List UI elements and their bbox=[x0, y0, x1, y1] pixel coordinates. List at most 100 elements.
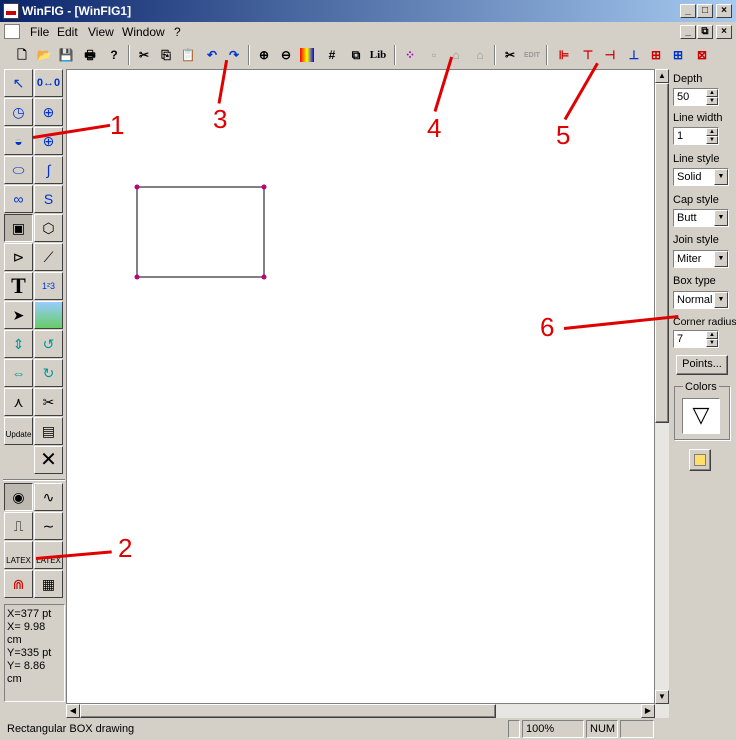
line-width-spinner[interactable]: 1 ▲ ▼ bbox=[673, 127, 719, 145]
paste-icon[interactable]: 📋 bbox=[178, 45, 198, 65]
rotate-cw-icon[interactable]: ↻ bbox=[34, 359, 63, 387]
cut-icon[interactable]: ✂ bbox=[134, 45, 154, 65]
cap-style-select[interactable]: Butt ▼ bbox=[673, 209, 729, 227]
zoom-out-icon[interactable]: ⊖ bbox=[276, 45, 296, 65]
flip-horizontal-icon[interactable]: ⇔ bbox=[4, 359, 33, 387]
help-icon[interactable]: ? bbox=[104, 45, 124, 65]
minimize-icon[interactable]: _ bbox=[680, 4, 696, 18]
line-style-select[interactable]: Solid ▼ bbox=[673, 168, 729, 186]
doc-restore-icon[interactable]: ⧉ bbox=[697, 25, 713, 39]
spin-up-icon[interactable]: ▲ bbox=[706, 89, 718, 97]
ellipse-radius-icon[interactable]: ◒ bbox=[4, 127, 33, 155]
chevron-down-icon[interactable]: ▼ bbox=[714, 210, 728, 226]
flip-vertical-icon[interactable]: ⇕ bbox=[4, 330, 33, 358]
group-icon[interactable]: ⁘ bbox=[400, 45, 420, 65]
curve-icon[interactable]: ∼ bbox=[34, 512, 63, 540]
doc-minimize-icon[interactable]: _ bbox=[680, 25, 696, 39]
fill-color-button[interactable] bbox=[689, 449, 711, 471]
copy-icon[interactable]: ⎘ bbox=[156, 45, 176, 65]
align-bottom-icon[interactable]: ⊥ bbox=[624, 45, 644, 65]
join-style-select[interactable]: Miter ▼ bbox=[673, 250, 729, 268]
menu-edit[interactable]: Edit bbox=[57, 25, 78, 39]
center-both-icon[interactable]: ⊠ bbox=[692, 45, 712, 65]
layers-icon[interactable]: ⧉ bbox=[346, 45, 366, 65]
circle-diameter-icon[interactable]: ⊕ bbox=[34, 98, 63, 126]
regular-polygon-icon[interactable]: ⬡ bbox=[34, 214, 63, 242]
menu-help[interactable]: ? bbox=[174, 25, 181, 39]
close-icon[interactable]: × bbox=[716, 4, 732, 18]
menu-window[interactable]: Window bbox=[122, 25, 165, 39]
box-type-select[interactable]: Normal ▼ bbox=[673, 291, 729, 309]
rectangle-shape[interactable] bbox=[136, 186, 265, 278]
new-file-icon[interactable]: 🗋 bbox=[12, 45, 32, 65]
back-icon[interactable]: ⌂ bbox=[470, 45, 490, 65]
add-point-icon[interactable]: ⋏ bbox=[4, 388, 33, 416]
scroll-right-icon[interactable]: ▶ bbox=[641, 704, 655, 718]
grid-snap-icon[interactable]: ▦ bbox=[34, 570, 63, 598]
horizontal-scrollbar[interactable]: ◀ ▶ bbox=[66, 704, 669, 718]
update-button[interactable]: Update bbox=[4, 417, 33, 445]
library-button[interactable]: Lib bbox=[368, 45, 388, 65]
depth-spinner[interactable]: 50 ▲ ▼ bbox=[673, 88, 719, 106]
select-arrow-icon[interactable]: ↖ bbox=[4, 69, 33, 97]
colors-icon[interactable] bbox=[300, 48, 314, 62]
zoom-in-icon[interactable]: ⊕ bbox=[254, 45, 274, 65]
polyline-icon[interactable]: ⟋ bbox=[34, 243, 63, 271]
open-spline-icon[interactable]: ∫ bbox=[34, 156, 63, 184]
color-swatch[interactable]: ▽ bbox=[682, 398, 720, 434]
handle-point[interactable] bbox=[134, 274, 140, 280]
ungroup-icon[interactable]: ▫ bbox=[424, 45, 444, 65]
polygon-icon[interactable]: ⊳ bbox=[4, 243, 33, 271]
pulse-icon[interactable]: ⎍ bbox=[4, 512, 33, 540]
break-icon[interactable]: ✂ bbox=[500, 45, 520, 65]
vertical-scrollbar[interactable]: ▲ ▼ bbox=[655, 69, 669, 704]
horizontal-scroll-thumb[interactable] bbox=[80, 704, 496, 718]
document-icon[interactable] bbox=[4, 24, 20, 39]
maximize-icon[interactable]: □ bbox=[697, 4, 713, 18]
snap-icon[interactable]: ◉ bbox=[4, 483, 33, 511]
circle-radius-icon[interactable]: ◷ bbox=[4, 98, 33, 126]
vertical-scroll-thumb[interactable] bbox=[655, 83, 669, 423]
corner-radius-spinner[interactable]: 7 ▲ ▼ bbox=[673, 330, 719, 348]
rectangle-box-icon[interactable]: ▣ bbox=[4, 214, 33, 242]
closed-interp-spline-icon[interactable]: ∞ bbox=[4, 185, 33, 213]
arc-icon[interactable]: 1²3 bbox=[34, 272, 63, 300]
chevron-down-icon[interactable]: ▼ bbox=[714, 292, 728, 308]
latex-export-button[interactable]: LATEX bbox=[4, 541, 33, 569]
scroll-up-icon[interactable]: ▲ bbox=[655, 69, 669, 83]
scroll-left-icon[interactable]: ◀ bbox=[66, 704, 80, 718]
menu-view[interactable]: View bbox=[88, 25, 114, 39]
delete-icon[interactable]: ✕ bbox=[34, 446, 63, 474]
rotate-ccw-icon[interactable]: ↺ bbox=[34, 330, 63, 358]
arrow-icon[interactable]: ➤ bbox=[4, 301, 33, 329]
open-folder-icon[interactable]: 📂 bbox=[34, 45, 54, 65]
edit-button[interactable]: EDIT bbox=[522, 45, 542, 65]
waveform-icon[interactable]: ∿ bbox=[34, 483, 63, 511]
menu-file[interactable]: File bbox=[30, 25, 49, 39]
align-right-icon[interactable]: ⊣ bbox=[600, 45, 620, 65]
closed-spline-icon[interactable]: ⬭ bbox=[4, 156, 33, 184]
chevron-down-icon[interactable]: ▼ bbox=[714, 251, 728, 267]
save-icon[interactable]: 💾 bbox=[56, 45, 76, 65]
drawing-canvas[interactable] bbox=[66, 69, 655, 704]
edit-object-icon[interactable]: ▤ bbox=[34, 417, 63, 445]
doc-close-icon[interactable]: × bbox=[716, 25, 732, 39]
align-left-icon[interactable]: ⊫ bbox=[554, 45, 574, 65]
grid-icon[interactable]: # bbox=[322, 45, 342, 65]
undo-icon[interactable]: ↶ bbox=[202, 45, 222, 65]
spin-down-icon[interactable]: ▼ bbox=[706, 136, 718, 144]
points-button[interactable]: Points... bbox=[676, 355, 728, 375]
open-interp-spline-icon[interactable]: S bbox=[34, 185, 63, 213]
move-points-icon[interactable]: 0↔0 bbox=[34, 69, 63, 97]
magnet-icon[interactable]: ⋒ bbox=[4, 570, 33, 598]
handle-point[interactable] bbox=[261, 184, 267, 190]
scroll-down-icon[interactable]: ▼ bbox=[655, 690, 669, 704]
spin-down-icon[interactable]: ▼ bbox=[706, 97, 718, 105]
text-icon[interactable]: T bbox=[4, 272, 33, 300]
chevron-down-icon[interactable]: ▼ bbox=[714, 169, 728, 185]
print-icon[interactable]: 🖶 bbox=[80, 45, 100, 65]
spin-down-icon[interactable]: ▼ bbox=[706, 339, 718, 347]
spin-up-icon[interactable]: ▲ bbox=[706, 331, 718, 339]
center-horizontal-icon[interactable]: ⊞ bbox=[668, 45, 688, 65]
handle-point[interactable] bbox=[134, 184, 140, 190]
